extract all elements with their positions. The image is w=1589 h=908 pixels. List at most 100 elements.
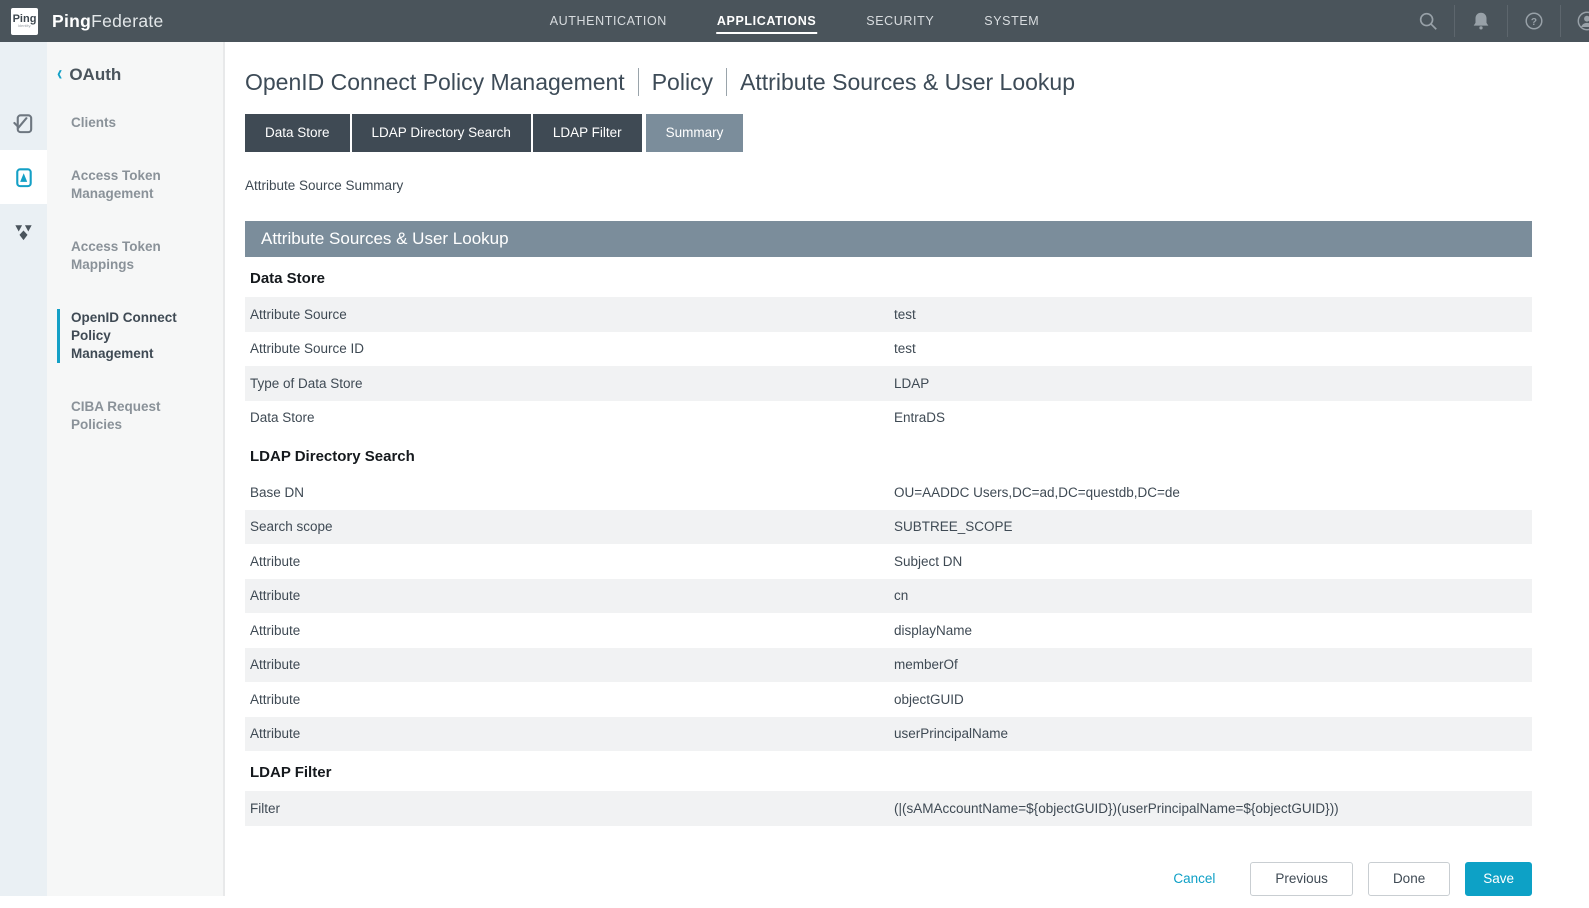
table-row: AttributedisplayName [245, 613, 1532, 648]
breadcrumb: OpenID Connect Policy Management Policy At… [245, 68, 1532, 96]
page-shell: ‹ OAuth Clients Access Token Management Ac… [0, 42, 1589, 896]
strip-item-cluster[interactable] [0, 204, 47, 258]
cluster-icon [12, 220, 35, 243]
table-row: Attribute Sourcetest [245, 297, 1532, 332]
ping-logo-subtext: Identity. [18, 24, 32, 28]
sidebar: ‹ OAuth Clients Access Token Management Ac… [47, 42, 225, 896]
row-value: OU=AADDC Users,DC=ad,DC=questdb,DC=de [894, 485, 1532, 500]
breadcrumb-segment: Attribute Sources & User Lookup [740, 69, 1075, 96]
row-label: Data Store [250, 410, 894, 425]
sidebar-item-access-token-management[interactable]: Access Token Management [57, 167, 195, 203]
row-label: Attribute [250, 726, 894, 741]
tab-data-store[interactable]: Data Store [245, 114, 350, 152]
nav-item-applications[interactable]: APPLICATIONS [716, 8, 817, 34]
strip-item-edit-document[interactable] [0, 150, 47, 204]
row-label: Filter [250, 801, 894, 816]
checklist-icon [12, 112, 35, 135]
cancel-button[interactable]: Cancel [1173, 871, 1215, 886]
row-value: userPrincipalName [894, 726, 1532, 741]
svg-text:?: ? [1531, 17, 1537, 28]
row-value: memberOf [894, 657, 1532, 672]
help-icon[interactable]: ? [1523, 10, 1545, 32]
wizard-tabs: Data StoreLDAP Directory SearchLDAP Filt… [245, 114, 1532, 152]
row-label: Base DN [250, 485, 894, 500]
app-title-bold: Ping [52, 11, 91, 31]
divider [1560, 5, 1561, 37]
nav-item-authentication[interactable]: AUTHENTICATION [549, 8, 668, 34]
nav-item-security[interactable]: SECURITY [865, 8, 935, 34]
row-label: Search scope [250, 519, 894, 534]
tab-ldap-filter[interactable]: LDAP Filter [533, 114, 642, 152]
previous-button[interactable]: Previous [1250, 862, 1353, 896]
module-icon-strip [0, 42, 47, 896]
table-row: AttributeSubject DN [245, 544, 1532, 579]
section-title: LDAP Directory Search [245, 435, 1532, 475]
breadcrumb-divider [726, 68, 727, 96]
section-title: Data Store [245, 257, 1532, 297]
row-value: LDAP [894, 376, 1532, 391]
table-row: AttributeuserPrincipalName [245, 717, 1532, 752]
divider [1454, 5, 1455, 37]
sidebar-item-ciba-request-policies[interactable]: CIBA Request Policies [57, 398, 195, 434]
sidebar-back-oauth[interactable]: ‹ OAuth [57, 65, 223, 85]
table-row: Base DNOU=AADDC Users,DC=ad,DC=questdb,D… [245, 475, 1532, 510]
row-label: Attribute [250, 588, 894, 603]
top-bar: Ping Identity. PingFederate AUTHENTICATI… [0, 0, 1589, 42]
summary-caption: Attribute Source Summary [245, 178, 1532, 193]
table-row: Attributecn [245, 579, 1532, 614]
breadcrumb-segment: Policy [652, 69, 713, 96]
row-value: test [894, 307, 1532, 322]
table-row: AttributememberOf [245, 648, 1532, 683]
app-title-light: Federate [91, 11, 163, 31]
tab-summary[interactable]: Summary [646, 114, 744, 152]
main-nav: AUTHENTICATION APPLICATIONS SECURITY SYSTEM [549, 0, 1041, 42]
table-row: AttributeobjectGUID [245, 682, 1532, 717]
table-row: Data StoreEntraDS [245, 401, 1532, 436]
row-value: (|(sAMAccountName=${objectGUID})(userPri… [894, 801, 1532, 816]
summary-table: Data StoreAttribute SourcetestAttribute … [245, 257, 1532, 826]
action-bar: Cancel Previous Done Save [245, 862, 1532, 908]
row-label: Attribute Source [250, 307, 894, 322]
row-value: Subject DN [894, 554, 1532, 569]
ping-logo[interactable]: Ping Identity. [11, 8, 38, 35]
row-value: displayName [894, 623, 1532, 638]
top-right-icons: ? [1402, 0, 1589, 42]
account-avatar-icon[interactable] [1576, 10, 1589, 32]
row-value: test [894, 341, 1532, 356]
sidebar-item-access-token-mappings[interactable]: Access Token Mappings [57, 238, 195, 274]
breadcrumb-divider [638, 68, 639, 96]
row-label: Attribute Source ID [250, 341, 894, 356]
table-row: Search scopeSUBTREE_SCOPE [245, 510, 1532, 545]
row-value: EntraDS [894, 410, 1532, 425]
save-button[interactable]: Save [1465, 862, 1532, 896]
table-row: Type of Data StoreLDAP [245, 366, 1532, 401]
row-value: objectGUID [894, 692, 1532, 707]
app-title: PingFederate [52, 11, 164, 32]
sidebar-item-clients[interactable]: Clients [57, 114, 195, 132]
edit-document-icon [12, 166, 35, 189]
row-label: Attribute [250, 657, 894, 672]
sidebar-items: Clients Access Token Management Access Tok… [57, 114, 223, 434]
row-value: cn [894, 588, 1532, 603]
sidebar-item-openid-connect-policy-management[interactable]: OpenID Connect Policy Management [57, 309, 195, 363]
row-label: Attribute [250, 554, 894, 569]
main-content: OpenID Connect Policy Management Policy At… [225, 42, 1589, 896]
row-label: Attribute [250, 692, 894, 707]
row-label: Attribute [250, 623, 894, 638]
done-button[interactable]: Done [1368, 862, 1450, 896]
row-label: Type of Data Store [250, 376, 894, 391]
table-header-band: Attribute Sources & User Lookup [245, 221, 1532, 257]
row-value: SUBTREE_SCOPE [894, 519, 1532, 534]
table-row: Attribute Source IDtest [245, 332, 1532, 367]
nav-item-system[interactable]: SYSTEM [983, 8, 1040, 34]
notifications-bell-icon[interactable] [1470, 10, 1492, 32]
sidebar-section-title: OAuth [69, 65, 121, 85]
tab-ldap-directory-search[interactable]: LDAP Directory Search [352, 114, 531, 152]
divider [1507, 5, 1508, 37]
search-icon[interactable] [1417, 10, 1439, 32]
strip-item-checklist[interactable] [0, 96, 47, 150]
table-row: Filter(|(sAMAccountName=${objectGUID})(u… [245, 791, 1532, 826]
breadcrumb-segment: OpenID Connect Policy Management [245, 69, 625, 96]
section-title: LDAP Filter [245, 751, 1532, 791]
chevron-left-icon: ‹ [57, 63, 62, 86]
